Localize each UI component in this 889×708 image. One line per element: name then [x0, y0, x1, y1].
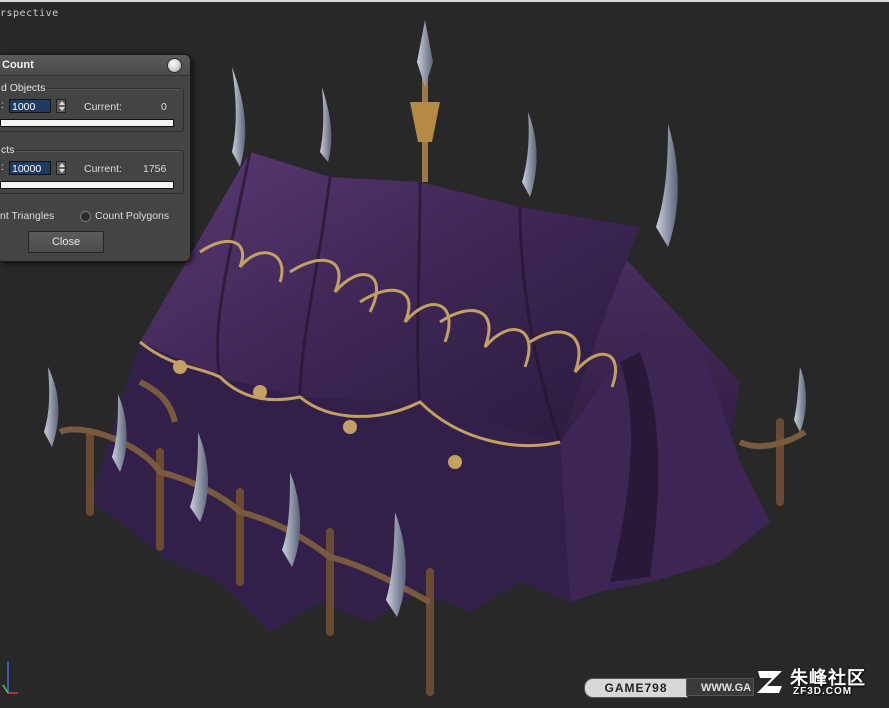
dialog-close-icon[interactable] — [167, 58, 182, 73]
all-objects-group: cts : 10000 Current: 1756 — [0, 144, 184, 194]
perspective-viewport[interactable]: rspective Count d Objects: 1000 Current… — [0, 0, 889, 706]
current-value: 0 — [161, 101, 167, 113]
current-label: Current: — [84, 163, 122, 175]
selected-progress-bar — [0, 119, 174, 127]
axis-tripod-icon — [2, 661, 18, 694]
all-objects-label: cts — [0, 144, 17, 156]
current-label: Current: — [84, 101, 122, 113]
selected-objects-label: d Objects — [0, 82, 48, 94]
polygon-counter-dialog[interactable]: Count d Objects : 1000 Current: 0 cts : … — [0, 54, 191, 262]
all-budget-input[interactable]: 10000 — [9, 161, 51, 175]
all-progress-bar — [0, 181, 174, 189]
watermark-game: GAME798 — [584, 678, 688, 698]
dialog-title: Count — [0, 55, 190, 76]
current-value: 1756 — [143, 163, 167, 175]
budget-prefix: : — [1, 161, 4, 173]
selected-objects-group: d Objects : 1000 Current: 0 — [0, 82, 184, 132]
radio-triangles-label[interactable]: nt Triangles — [0, 210, 54, 222]
zf-logo-icon — [757, 671, 782, 693]
close-button[interactable]: Close — [28, 231, 104, 253]
radio-polygons[interactable] — [80, 211, 91, 222]
radio-polygons-label[interactable]: Count Polygons — [95, 210, 169, 222]
watermark-url: WWW.GA — [686, 678, 754, 696]
selected-budget-input[interactable]: 1000 — [9, 99, 51, 113]
selected-budget-spinner[interactable] — [56, 99, 66, 113]
all-budget-spinner[interactable] — [56, 161, 66, 175]
watermark-brand-en: ZF3D.COM — [793, 686, 853, 697]
budget-prefix: : — [1, 99, 4, 111]
